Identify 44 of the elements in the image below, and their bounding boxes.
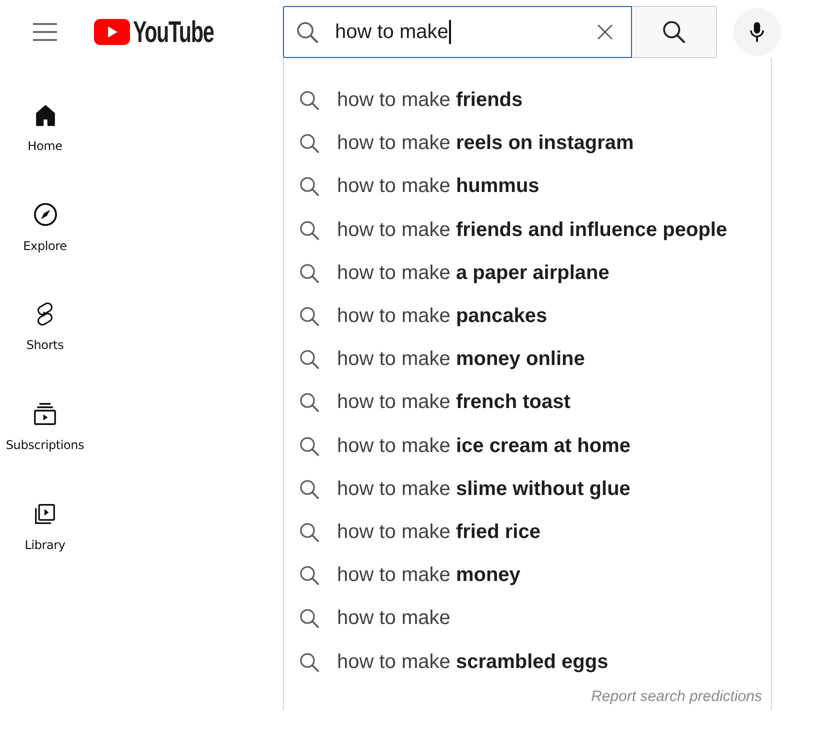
search-icon (300, 480, 319, 499)
search-icon (663, 21, 685, 43)
voice-search-button[interactable] (733, 8, 781, 56)
search-icon (300, 220, 319, 240)
menu-icon (33, 23, 57, 41)
microphone-icon (750, 22, 764, 42)
search-icon (300, 91, 319, 110)
sidebar-item[interactable]: Explore (0, 182, 90, 282)
sidebar-item[interactable]: Subscriptions (0, 382, 90, 482)
search-icon (297, 22, 318, 42)
search-icon (300, 393, 319, 412)
suggestion-item[interactable]: how to make friends (284, 79, 771, 122)
suggestion-item[interactable]: how to make reels on instagram (284, 122, 771, 166)
suggestion-item[interactable]: how to make hummus (284, 165, 771, 209)
search-icon (300, 436, 319, 456)
suggestion-item[interactable]: how to make slime without glue (284, 468, 771, 511)
close-icon (597, 24, 613, 40)
suggestion-item[interactable]: how to make money (284, 554, 771, 598)
suggestion-item[interactable]: how to make fried rice (284, 510, 771, 554)
text-cursor-icon (449, 20, 451, 44)
search-button[interactable] (632, 6, 717, 58)
suggestion-item[interactable]: how to make pancakes (284, 294, 771, 338)
sidebar-item[interactable]: Library (0, 482, 90, 582)
play-logo-icon (94, 19, 130, 45)
suggestion-item[interactable]: how to make (284, 597, 771, 640)
search-icon (300, 609, 319, 628)
suggestion-item[interactable]: how to make ice cream at home (284, 424, 771, 468)
suggestion-item[interactable]: how to make friends and influence people (284, 208, 771, 252)
search-icon (300, 350, 319, 370)
search-icon (300, 566, 319, 586)
search-icon (300, 177, 319, 196)
search-icon (300, 652, 319, 672)
suggestion-item[interactable]: how to make scrambled eggs (284, 640, 771, 684)
search-icon (300, 134, 319, 154)
sidebar-item[interactable]: Shorts (0, 282, 90, 382)
logo-link[interactable]: YouTube (94, 17, 214, 47)
sidebar-item[interactable]: Home (0, 83, 90, 183)
search-icon (300, 307, 319, 326)
suggestion-item[interactable]: how to make french toast (284, 381, 771, 424)
search-field[interactable]: how to make (283, 6, 632, 58)
suggestion-item[interactable]: how to make a paper airplane (284, 252, 771, 295)
search-icon (300, 264, 319, 283)
suggestion-item[interactable]: how to make money online (284, 338, 771, 382)
search-icon (300, 522, 319, 542)
